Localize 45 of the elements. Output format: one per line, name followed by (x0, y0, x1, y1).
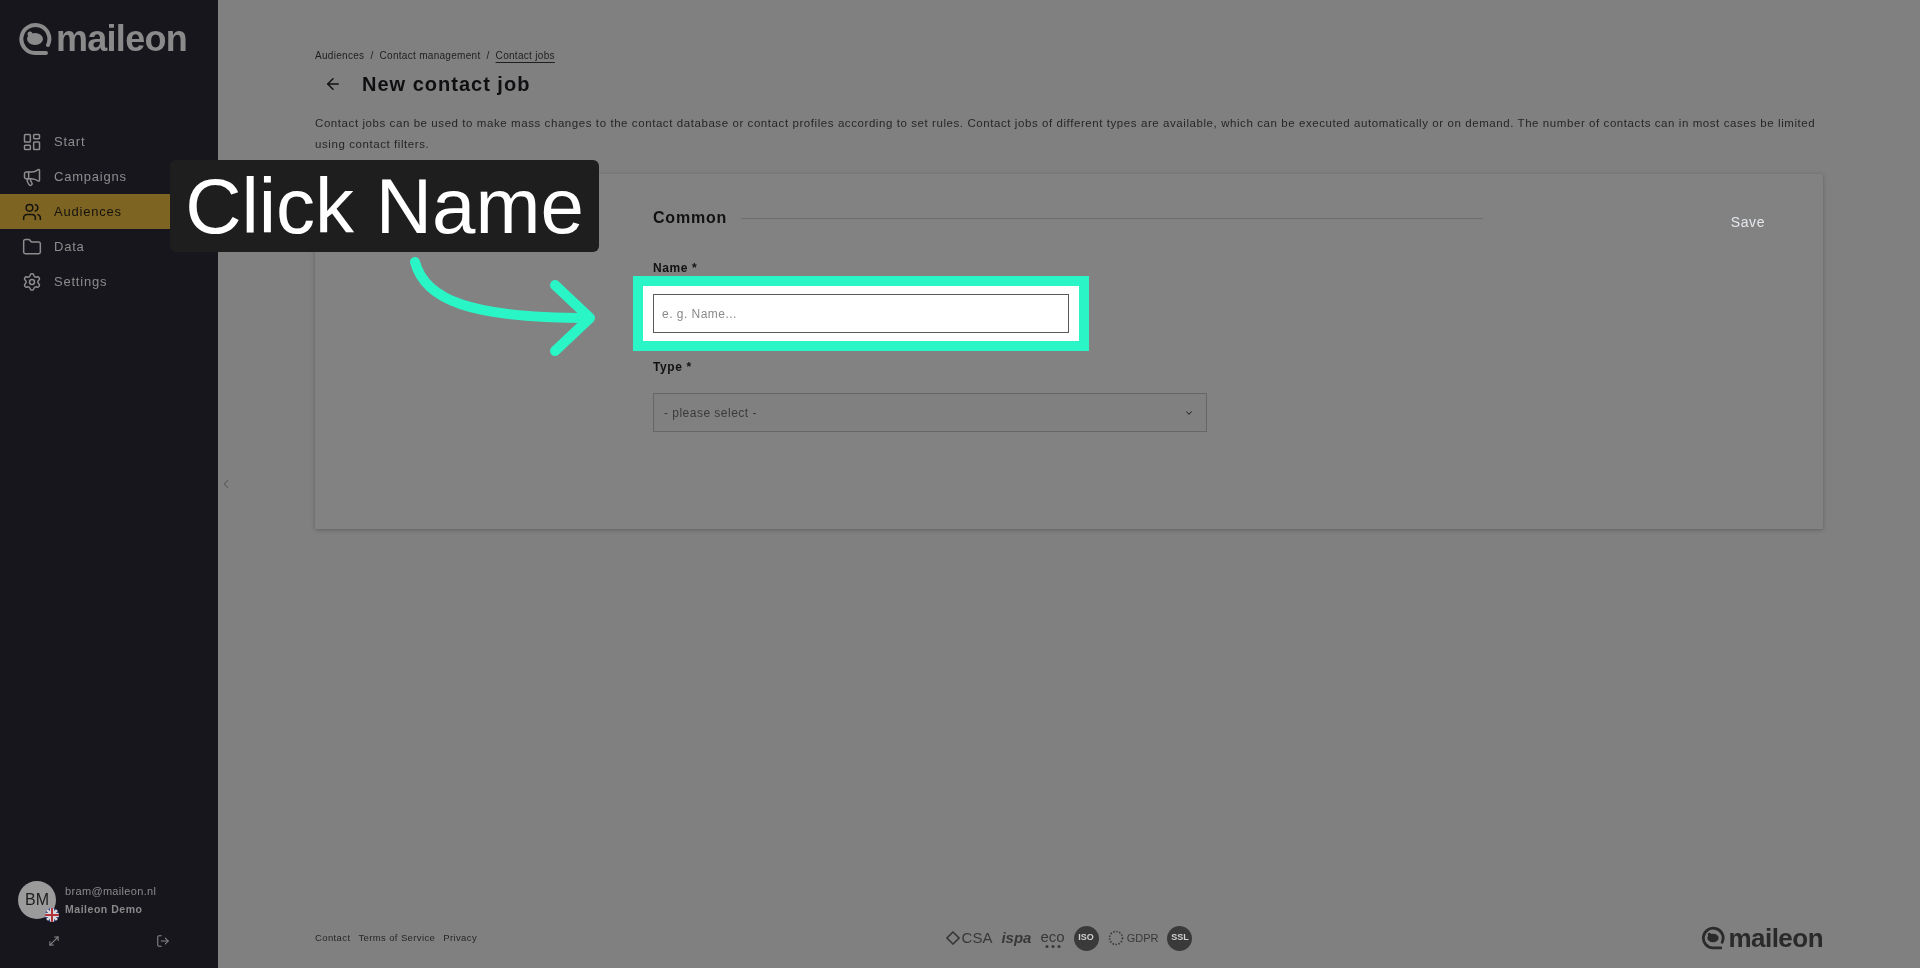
breadcrumb-separator: / (370, 50, 374, 62)
breadcrumb-link[interactable]: Contact management (379, 50, 481, 62)
breadcrumb-link[interactable]: Audiences (315, 50, 365, 62)
user-avatar: BM (18, 881, 56, 919)
resize-button[interactable] (47, 934, 61, 948)
page-title: New contact job (362, 72, 531, 96)
settings-icon (22, 271, 42, 292)
back-button[interactable] (324, 75, 342, 93)
input-field[interactable]: e. g. Name... (653, 294, 1069, 333)
page-description: Contact jobs can be used to make mass changes to the contact database or contact profiles according to set rules. Contact jobs of different types are available, which can be executed automatically or on demand. The number of contacts can in most cases be limited using contact filters. (315, 116, 1817, 152)
certification-label: GDPR (1126, 931, 1159, 945)
diamond-icon (945, 931, 960, 945)
logo-icon (18, 22, 52, 56)
logo-text: maileon (56, 21, 187, 57)
account-name: Maileon Demo (65, 902, 144, 916)
diagonal-arrows-icon (47, 934, 61, 948)
dots-icon (1044, 944, 1061, 948)
field-label: Name * (653, 260, 698, 276)
flag-icon (45, 908, 59, 922)
certification-label: ispa (1001, 929, 1032, 947)
field-label: Type * (653, 359, 692, 375)
logo-text: maileon (1728, 924, 1823, 952)
logo-icon (1701, 926, 1726, 950)
section-title: Common (653, 208, 728, 228)
logout-icon (156, 934, 170, 948)
folder-icon (22, 236, 42, 257)
sidebar-item[interactable]: Settings (0, 264, 218, 299)
footer-link[interactable]: Privacy (443, 932, 478, 944)
user-email: bram@maileon.nl (65, 884, 157, 898)
logout-button[interactable] (156, 934, 170, 948)
select-field[interactable]: - please select - (653, 393, 1207, 432)
dotted-ring-icon (1107, 930, 1124, 946)
footer-link[interactable]: Contact (315, 932, 351, 944)
sidebar-item[interactable]: Start (0, 124, 218, 159)
breadcrumb-separator: / (486, 50, 490, 62)
footer-link[interactable]: Terms of Service (358, 932, 436, 944)
certification-label: CSA (961, 929, 993, 947)
dashboard-icon (22, 131, 42, 152)
certification-label: eco (1040, 928, 1065, 945)
people-icon (22, 201, 42, 222)
megaphone-icon (22, 166, 42, 187)
certification-seal: ISO (1073, 925, 1099, 951)
breadcrumb-link[interactable]: Contact jobs (495, 50, 555, 62)
instruction-tooltip: Click Name (170, 160, 599, 252)
certification-seal: SSL (1167, 925, 1193, 951)
